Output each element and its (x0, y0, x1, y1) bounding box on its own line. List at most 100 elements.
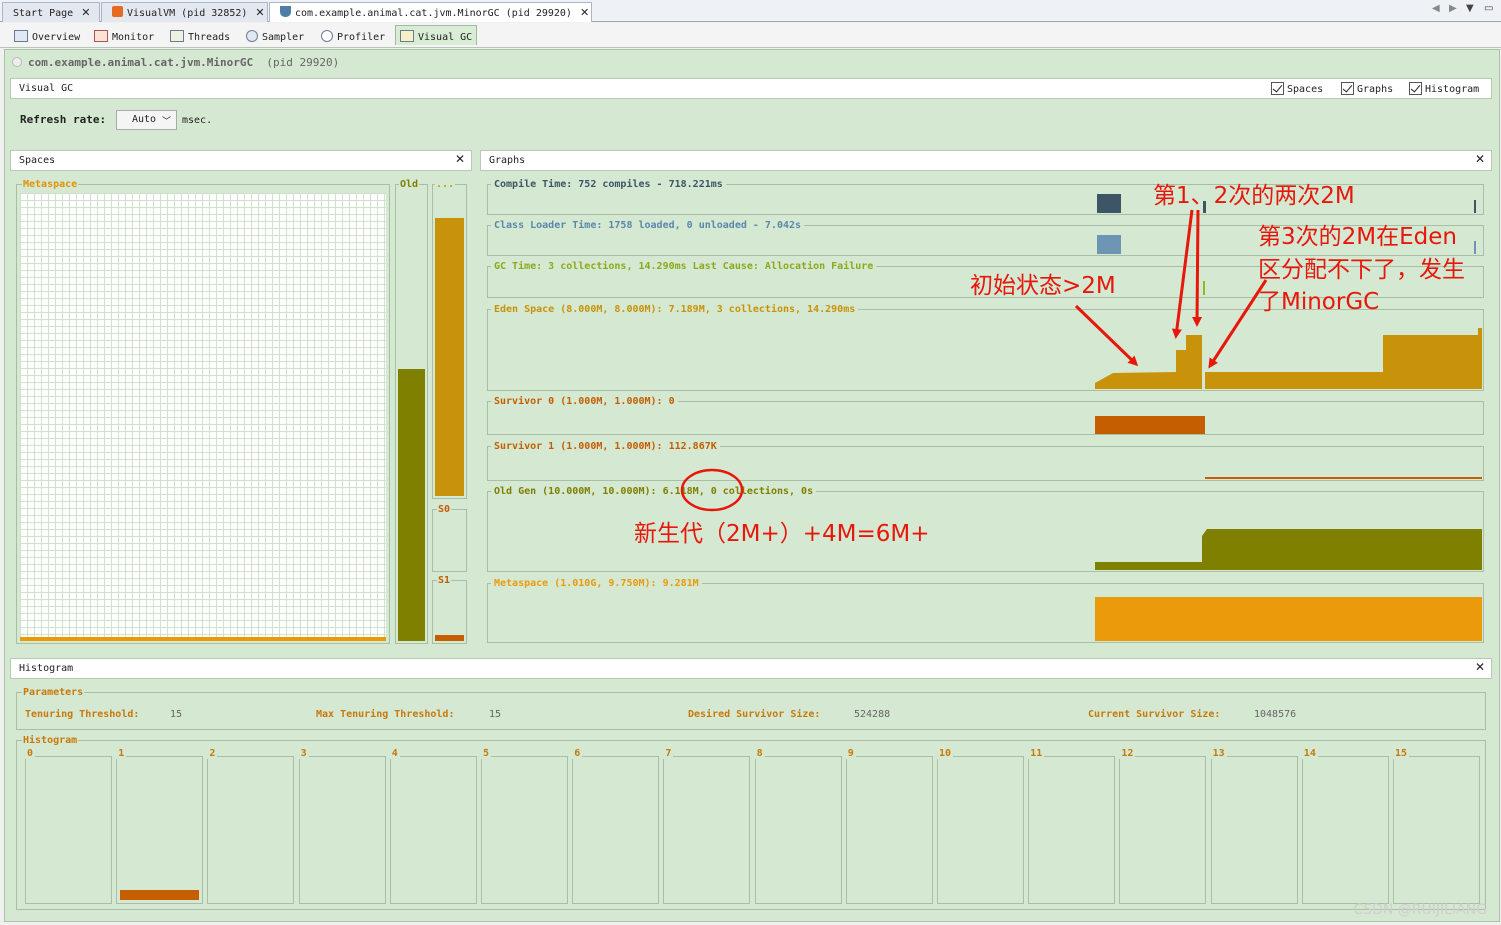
tab-label: VisualVM (pid 32852) (127, 8, 248, 19)
tab-sampler[interactable]: Sampler (242, 26, 308, 46)
graphs-panel-header: Graphs ✕ (480, 150, 1492, 171)
spaces-panel-header: Spaces ✕ (10, 150, 472, 171)
tab-profiler[interactable]: Profiler (317, 26, 389, 46)
tab-threads[interactable]: Threads (166, 26, 234, 46)
close-icon[interactable]: ✕ (81, 6, 90, 19)
histogram-bin: 14 (1301, 748, 1389, 904)
survivor0-usage-bar (1095, 416, 1205, 434)
histogram-bin-label: 12 (1119, 748, 1136, 759)
survivor0-graph-label: Survivor 0 (1.000M, 1.000M): 0 (491, 396, 678, 407)
tab-minorgc-process[interactable]: com.example.animal.cat.jvm.MinorGC (pid … (269, 2, 592, 22)
old-gen-space: Old (395, 179, 428, 644)
histogram-bin-label: 10 (937, 748, 954, 759)
tab-label: Visual GC (418, 32, 473, 43)
process-pid: (pid 29920) (266, 56, 340, 69)
compile-time-spike (1474, 200, 1476, 213)
compile-time-bar (1097, 194, 1121, 213)
old-gen-label: Old (399, 179, 420, 190)
histogram-bin-label: 9 (845, 748, 856, 759)
max-tenuring-threshold-value: 15 (489, 709, 502, 720)
class-loader-bar (1097, 235, 1121, 254)
histogram-bin-label: 5 (481, 748, 492, 759)
checkbox-label: Graphs (1357, 84, 1394, 95)
tab-label: com.example.animal.cat.jvm.MinorGC (pid … (295, 8, 572, 19)
refresh-rate-value: Auto (132, 114, 157, 125)
metaspace-grid (20, 193, 386, 641)
histogram-panel-header: Histogram ✕ (10, 658, 1492, 679)
survivor1-graph-label: Survivor 1 (1.000M, 1.000M): 112.867K (491, 441, 720, 452)
checkbox-checked-icon (1341, 82, 1354, 95)
scroll-right-icon[interactable]: ▶ (1449, 3, 1457, 14)
histogram-checkbox[interactable]: Histogram (1409, 82, 1479, 95)
tenuring-threshold-label: Tenuring Threshold: (25, 709, 140, 720)
tab-monitor[interactable]: Monitor (90, 26, 158, 46)
tab-visual-gc[interactable]: Visual GC (395, 25, 477, 45)
histogram-bin: 11 (1028, 748, 1116, 904)
sampler-icon (246, 30, 258, 42)
class-loader-spike (1474, 241, 1476, 254)
tab-label: Threads (188, 32, 231, 43)
maximize-icon[interactable]: ▭ (1484, 3, 1493, 14)
histogram-bin-label: 3 (298, 748, 309, 759)
tab-visualvm[interactable]: VisualVM (pid 32852) ✕ (101, 2, 268, 22)
spaces-title: Spaces (19, 155, 56, 166)
spaces-checkbox[interactable]: Spaces (1271, 82, 1323, 95)
histogram-bin-label: 13 (1210, 748, 1227, 759)
graphs-checkbox[interactable]: Graphs (1341, 82, 1393, 95)
tab-overview[interactable]: Overview (10, 26, 84, 46)
histogram-bin-label: 4 (389, 748, 400, 759)
close-icon[interactable]: ✕ (455, 152, 465, 166)
histogram-bin: 0 (25, 748, 112, 904)
current-survivor-size-label: Current Survivor Size: (1088, 709, 1221, 720)
refresh-rate-select[interactable]: Auto ﹀ (116, 110, 177, 130)
histogram-bin-label: 15 (1393, 748, 1410, 759)
chevron-down-icon: ﹀ (161, 117, 171, 127)
scroll-left-icon[interactable]: ◀ (1432, 3, 1440, 14)
histogram-bin: 12 (1119, 748, 1207, 904)
histogram-bin: 5 (481, 748, 568, 904)
process-name: com.example.animal.cat.jvm.MinorGC (28, 56, 254, 69)
metaspace-fill (20, 637, 386, 641)
survivor1-space: S1 (432, 575, 467, 644)
annotation-eden-full: 区分配不下了，发生 (1258, 257, 1465, 283)
old-gen-fill (398, 369, 425, 641)
histogram-bin-label: 1 (116, 748, 127, 759)
histogram-bin: 9 (845, 748, 933, 904)
close-icon[interactable]: ✕ (255, 6, 264, 19)
eden-fill (435, 218, 464, 496)
tab-start-page[interactable]: Start Page ✕ (2, 2, 100, 22)
checkbox-checked-icon (1409, 82, 1422, 95)
graphs-title: Graphs (489, 155, 526, 166)
close-icon[interactable]: ✕ (1475, 660, 1485, 674)
desired-survivor-size-label: Desired Survivor Size: (688, 709, 821, 720)
survivor1-label: S1 (437, 575, 452, 586)
current-survivor-size-value: 1048576 (1254, 709, 1297, 720)
annotation-first-two-allocations: 第1、2次的两次2M (1153, 183, 1355, 209)
close-icon[interactable]: ✕ (580, 6, 589, 19)
histogram-bin-label: 6 (572, 748, 583, 759)
eden-usage-area (1095, 328, 1482, 389)
histogram-bin: 15 (1393, 748, 1480, 904)
gc-time-spike (1203, 281, 1205, 295)
visual-gc-title: Visual GC (19, 83, 74, 94)
view-tab-bar: Overview Monitor Threads Sampler Profile… (0, 23, 1501, 48)
eden-space: ... (432, 179, 467, 499)
histogram-bin-label: 7 (663, 748, 674, 759)
checkbox-label: Histogram (1425, 84, 1480, 95)
max-tenuring-threshold-label: Max Tenuring Threshold: (316, 709, 455, 720)
process-title: com.example.animal.cat.jvm.MinorGC (pid … (12, 56, 339, 69)
close-icon[interactable]: ✕ (1475, 152, 1485, 166)
metaspace-label: Metaspace (22, 179, 79, 190)
tab-label: Monitor (112, 32, 155, 43)
visual-gc-toolbar: Visual GC Spaces Graphs Histogram (10, 78, 1492, 99)
survivor0-space: S0 (432, 504, 467, 572)
overview-icon (14, 30, 28, 42)
tenuring-threshold-value: 15 (170, 709, 183, 720)
histogram-label: Histogram (22, 735, 79, 746)
histogram-bin: 6 (572, 748, 660, 904)
tab-list-dropdown-icon[interactable]: ▼ (1466, 3, 1474, 14)
survivor1-fill (435, 635, 464, 641)
histogram-bin-label: 14 (1301, 748, 1318, 759)
metaspace-graph: Metaspace (1.010G, 9.750M): 9.281M (487, 578, 1484, 643)
eden-label: ... (435, 179, 456, 190)
